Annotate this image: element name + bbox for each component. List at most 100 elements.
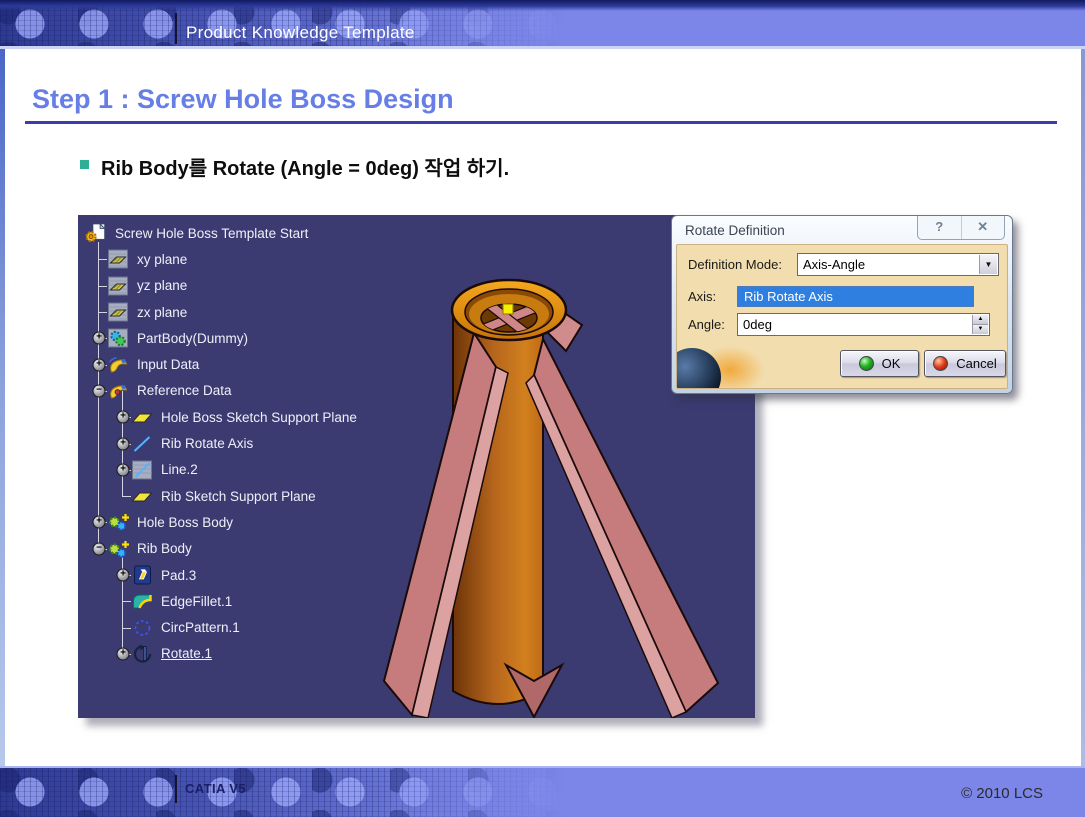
tree-item[interactable]: + Hole Boss Body xyxy=(78,509,498,535)
expand-plus-icon[interactable]: + xyxy=(117,411,130,424)
tree-item-label: EdgeFillet.1 xyxy=(161,594,232,609)
tree-item-label: CircPattern.1 xyxy=(161,620,240,635)
body-icon xyxy=(106,539,131,559)
catia-viewport[interactable]: Screw Hole Boss Template Start xy plane yz… xyxy=(78,215,755,718)
tree-item[interactable]: + PartBody(Dummy) xyxy=(78,325,498,351)
tree-item-label: xy plane xyxy=(137,252,187,267)
tree-item[interactable]: EdgeFillet.1 xyxy=(78,588,498,614)
tree-item[interactable]: zx plane xyxy=(78,299,498,325)
expand-minus-icon[interactable]: − xyxy=(93,542,106,555)
dialog-title: Rotate Definition xyxy=(685,223,785,238)
definition-mode-value: Axis-Angle xyxy=(803,257,865,272)
spec-tree[interactable]: Screw Hole Boss Template Start xy plane yz… xyxy=(78,220,498,667)
ok-led-icon xyxy=(859,356,874,371)
dialog-window-buttons: ?✕ xyxy=(917,216,1005,240)
pad-icon xyxy=(130,565,155,585)
partbody-icon xyxy=(106,328,131,348)
expand-plus-icon[interactable]: + xyxy=(117,437,130,450)
tree-item[interactable]: + Hole Boss Sketch Support Plane xyxy=(78,404,498,430)
angle-spinner: ▲▼ xyxy=(972,315,988,334)
spin-up-icon[interactable]: ▲ xyxy=(973,315,988,325)
tree-item[interactable]: Rib Sketch Support Plane xyxy=(78,483,498,509)
line-icon xyxy=(130,434,155,454)
angle-value: 0deg xyxy=(743,317,772,332)
axis-field[interactable]: Rib Rotate Axis xyxy=(737,286,974,307)
cancel-button[interactable]: Cancel xyxy=(924,350,1006,377)
header-top-strip xyxy=(0,0,1085,11)
page-title: Step 1 : Screw Hole Boss Design xyxy=(32,84,454,115)
expand-plus-icon[interactable]: + xyxy=(117,463,130,476)
tree-item-label: Pad.3 xyxy=(161,568,196,583)
expand-plus-icon[interactable]: + xyxy=(93,332,106,345)
tree-item[interactable]: CircPattern.1 xyxy=(78,614,498,640)
close-icon[interactable]: ✕ xyxy=(961,216,1005,239)
footer-product-name: CATIA V5 xyxy=(185,781,246,796)
angle-field[interactable]: 0deg ▲▼ xyxy=(737,313,990,336)
footer-divider xyxy=(175,775,177,803)
dialog-titlebar[interactable]: Rotate Definition ?✕ xyxy=(672,216,1012,244)
expand-plus-icon[interactable]: + xyxy=(117,647,130,660)
template-start-icon xyxy=(84,223,109,243)
expand-minus-icon[interactable]: − xyxy=(93,384,106,397)
ok-button[interactable]: OK xyxy=(840,350,919,377)
footer-banner: CATIA V5 © 2010 LCS xyxy=(0,766,1085,817)
chevron-down-icon[interactable]: ▼ xyxy=(979,255,997,274)
tree-item-label: Hole Boss Body xyxy=(137,515,233,530)
tree-item[interactable]: + Pad.3 xyxy=(78,562,498,588)
geometrical-set-ref-icon xyxy=(106,381,131,401)
rotate-icon xyxy=(130,644,155,664)
left-edge-strip xyxy=(0,49,5,766)
footer-copyright: © 2010 LCS xyxy=(961,785,1043,802)
tree-item[interactable]: xy plane xyxy=(78,246,498,272)
tree-item-label: Rib Rotate Axis xyxy=(161,436,253,451)
tree-item[interactable]: + Input Data xyxy=(78,351,498,377)
bullet-item: Rib Body를 Rotate (Angle = 0deg) 작업 하기. xyxy=(80,152,509,181)
tree-item-label: PartBody(Dummy) xyxy=(137,331,248,346)
tree-item[interactable]: − Reference Data xyxy=(78,378,498,404)
tree-item[interactable]: + Line.2 xyxy=(78,457,498,483)
tree-item-label: yz plane xyxy=(137,278,187,293)
tree-item[interactable]: yz plane xyxy=(78,273,498,299)
tree-item-label: Rotate.1 xyxy=(161,646,212,661)
plane-hidden-icon xyxy=(106,302,131,322)
right-edge-strip xyxy=(1081,49,1085,766)
tree-item-label: Line.2 xyxy=(161,462,198,477)
plane-hidden-icon xyxy=(106,249,131,269)
bullet-text: Rib Body를 Rotate (Angle = 0deg) 작업 하기. xyxy=(101,152,509,181)
title-underline xyxy=(25,121,1057,124)
tree-item-label: Screw Hole Boss Template Start xyxy=(115,226,308,241)
angle-label: Angle: xyxy=(688,317,725,332)
tree-item-label: Input Data xyxy=(137,357,199,372)
tree-item-label: Rib Body xyxy=(137,541,192,556)
tree-item[interactable]: + Rotate.1 xyxy=(78,641,498,667)
header-banner: Product Knowledge Template xyxy=(0,0,1085,49)
tree-item[interactable]: − Rib Body xyxy=(78,536,498,562)
tree-item[interactable]: Screw Hole Boss Template Start xyxy=(78,220,498,246)
tree-item-label: Reference Data xyxy=(137,383,232,398)
spin-down-icon[interactable]: ▼ xyxy=(973,325,988,334)
plane-hidden-icon xyxy=(106,276,131,296)
tree-item-label: Rib Sketch Support Plane xyxy=(161,489,316,504)
expand-plus-icon[interactable]: + xyxy=(93,358,106,371)
help-icon[interactable]: ? xyxy=(918,216,961,239)
expand-plus-icon[interactable]: + xyxy=(93,516,106,529)
header-divider xyxy=(175,13,177,44)
ok-button-label: OK xyxy=(882,356,901,371)
tree-item-label: Hole Boss Sketch Support Plane xyxy=(161,410,357,425)
tree-item[interactable]: + Rib Rotate Axis xyxy=(78,430,498,456)
bullet-icon xyxy=(80,160,89,169)
line-hidden-icon xyxy=(130,460,155,480)
cancel-button-label: Cancel xyxy=(956,356,996,371)
expand-plus-icon[interactable]: + xyxy=(117,569,130,582)
definition-mode-select[interactable]: Axis-Angle ▼ xyxy=(797,253,999,276)
geometrical-set-icon xyxy=(106,355,131,375)
cancel-led-icon xyxy=(933,356,948,371)
plane-icon xyxy=(130,407,155,427)
header-title: Product Knowledge Template xyxy=(186,23,415,43)
rotate-definition-dialog[interactable]: Rotate Definition ?✕ Definition Mode: Ax… xyxy=(671,215,1013,394)
dialog-body: Definition Mode: Axis-Angle ▼ Axis: Rib … xyxy=(676,244,1008,389)
axis-label: Axis: xyxy=(688,289,716,304)
plane-icon xyxy=(130,486,155,506)
tree-item-label: zx plane xyxy=(137,305,187,320)
body-icon xyxy=(106,512,131,532)
